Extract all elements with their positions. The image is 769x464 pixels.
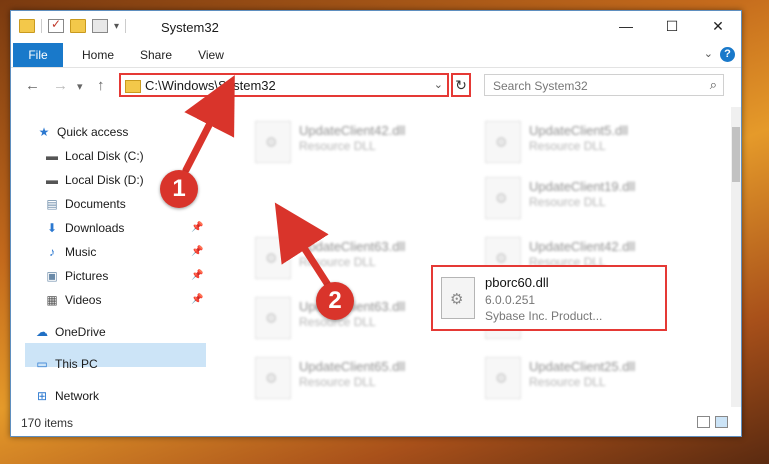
arrow-to-selected-file bbox=[274, 202, 334, 292]
annotation-arrows bbox=[182, 75, 334, 292]
callout-1: 1 bbox=[160, 170, 198, 208]
callout-2: 2 bbox=[316, 282, 354, 320]
arrow-to-address-bar bbox=[182, 75, 235, 174]
